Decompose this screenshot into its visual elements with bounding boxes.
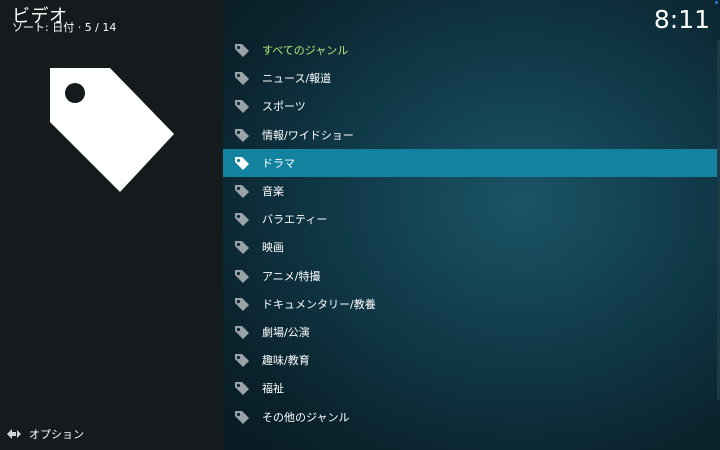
genre-item[interactable]: その他のジャンル — [223, 402, 718, 430]
genre-label: アニメ/特撮 — [262, 269, 321, 283]
genre-label: その他のジャンル — [262, 410, 350, 424]
genre-item[interactable]: 音楽 — [223, 177, 718, 205]
tag-icon — [234, 99, 250, 114]
genre-item[interactable]: 趣味/教育 — [223, 346, 718, 374]
genre-item[interactable]: ニュース/報道 — [223, 64, 718, 92]
indicator-dot — [715, 1, 718, 4]
genre-item[interactable]: アニメ/特撮 — [223, 262, 718, 290]
tag-icon — [234, 410, 250, 424]
tag-icon — [234, 71, 250, 86]
genre-item[interactable]: バラエティー — [223, 205, 718, 233]
options-label: オプション — [29, 428, 84, 441]
genre-label: ニュース/報道 — [262, 72, 332, 86]
genre-list: すべてのジャンル ニュース/報道 スポーツ情報/ワイドショー ドラマ音楽バラエティー映… — [223, 36, 718, 431]
genre-item[interactable]: スポーツ — [223, 92, 718, 120]
clock: 8:11 — [653, 5, 710, 34]
genre-item[interactable]: 情報/ワイドショー — [223, 121, 718, 149]
genre-label: スポーツ — [262, 100, 306, 114]
genre-label: ドラマ — [262, 156, 295, 170]
genre-item[interactable]: 劇場/公演 — [223, 318, 718, 346]
genre-label: 福祉 — [262, 382, 284, 396]
genre-label: すべてのジャンル — [262, 44, 349, 58]
tag-icon — [234, 325, 250, 339]
tag-icon — [234, 381, 250, 396]
genre-item[interactable]: すべてのジャンル — [223, 36, 718, 64]
tag-preview-icon — [48, 66, 176, 194]
tag-icon — [234, 212, 250, 227]
genre-label: 情報/ワイドショー — [262, 128, 354, 142]
genre-label: 劇場/公演 — [262, 325, 310, 339]
sort-info: ソート: 日付 · 5 / 14 — [12, 21, 117, 34]
genre-item[interactable]: 映画 — [223, 233, 718, 261]
tag-icon — [234, 184, 250, 199]
tag-icon — [234, 297, 250, 311]
tag-icon — [234, 269, 250, 283]
genre-item[interactable]: 福祉 — [223, 374, 718, 402]
options-arrows-icon — [6, 427, 22, 441]
options-button[interactable]: オプション — [0, 424, 223, 444]
genre-label: 趣味/教育 — [262, 354, 310, 368]
genre-label: ドキュメンタリー/教養 — [262, 297, 376, 311]
tag-icon — [234, 240, 250, 255]
tag-icon — [234, 353, 250, 368]
genre-item[interactable]: ドキュメンタリー/教養 — [223, 290, 718, 318]
genre-label: 映画 — [262, 241, 284, 255]
tag-icon — [234, 128, 250, 142]
tag-icon — [234, 156, 250, 170]
genre-label: 音楽 — [262, 185, 284, 199]
genre-label: バラエティー — [262, 213, 328, 227]
genre-item[interactable]: ドラマ — [223, 148, 718, 177]
tag-icon — [234, 43, 250, 58]
